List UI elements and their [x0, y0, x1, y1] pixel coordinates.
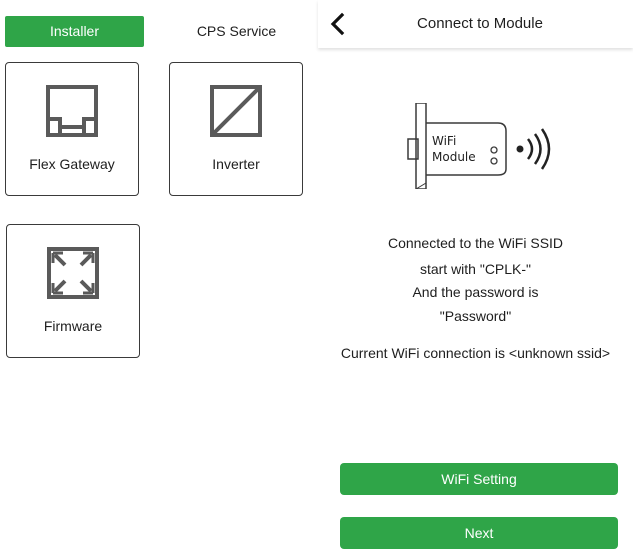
module-label-module: Module [432, 150, 476, 164]
firmware-card[interactable]: Firmware [6, 224, 140, 358]
inverter-icon [210, 85, 262, 137]
gateway-icon [46, 85, 98, 137]
inverter-label: Inverter [212, 156, 260, 172]
page-title: Connect to Module [417, 15, 543, 32]
tab-installer[interactable]: Installer [5, 16, 144, 47]
module-label-wifi: WiFi [432, 134, 456, 148]
inverter-card[interactable]: Inverter [169, 62, 303, 196]
instruction-line-2: start with "CPLK-" [419, 261, 532, 277]
tab-cps-service[interactable]: CPS Service [168, 16, 305, 47]
wifi-module-illustration: WiFi Module [407, 103, 551, 189]
flex-gateway-label: Flex Gateway [29, 156, 115, 172]
current-connection-text: Current WiFi connection is <unknown ssid… [340, 345, 611, 361]
back-arrow-icon[interactable] [328, 12, 348, 36]
flex-gateway-card[interactable]: Flex Gateway [5, 62, 139, 196]
next-button[interactable]: Next [340, 517, 618, 549]
wifi-setting-button[interactable]: WiFi Setting [340, 463, 618, 495]
instruction-line-4: "Password" [439, 308, 512, 324]
instruction-line-3: And the password is [412, 284, 539, 300]
instruction-line-1: Connected to the WiFi SSID [387, 235, 564, 251]
firmware-label: Firmware [43, 318, 103, 334]
firmware-icon [47, 247, 99, 299]
